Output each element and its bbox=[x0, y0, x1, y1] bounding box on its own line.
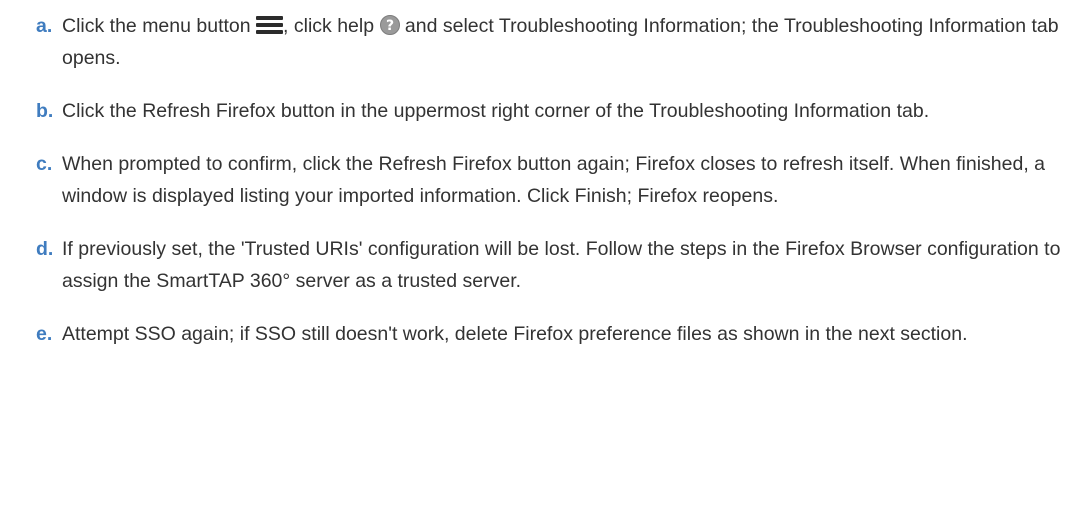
step-marker: e. bbox=[36, 323, 53, 345]
step-text-part: Click the menu button bbox=[62, 15, 251, 37]
question-mark-icon: ? bbox=[379, 15, 400, 35]
step-text-part: , click help bbox=[283, 15, 375, 37]
step-e: e. Attempt SSO again; if SSO still doesn… bbox=[0, 318, 1090, 350]
step-b: b. Click the Refresh Firefox button in t… bbox=[0, 95, 1090, 127]
step-a: a. Click the menu button , click help ? bbox=[0, 10, 1090, 74]
step-text: When prompted to confirm, click the Refr… bbox=[62, 153, 1046, 207]
hamburger-menu-icon bbox=[256, 15, 284, 35]
step-marker: b. bbox=[36, 100, 54, 122]
step-marker: c. bbox=[36, 153, 53, 175]
step-text: Click the Refresh Firefox button in the … bbox=[62, 100, 930, 122]
procedure-steps-list: a. Click the menu button , click help ? bbox=[0, 10, 1090, 350]
step-marker: a. bbox=[36, 15, 53, 37]
step-text: Attempt SSO again; if SSO still doesn't … bbox=[62, 323, 968, 345]
step-c: c. When prompted to confirm, click the R… bbox=[0, 148, 1090, 212]
document-page: a. Click the menu button , click help ? bbox=[0, 0, 1090, 513]
step-d: d. If previously set, the 'Trusted URIs'… bbox=[0, 233, 1090, 297]
step-text: Click the menu button , click help ? and… bbox=[62, 10, 1072, 74]
step-marker: d. bbox=[36, 238, 54, 260]
svg-text:?: ? bbox=[385, 18, 393, 34]
step-text: If previously set, the 'Trusted URIs' co… bbox=[62, 238, 1061, 292]
